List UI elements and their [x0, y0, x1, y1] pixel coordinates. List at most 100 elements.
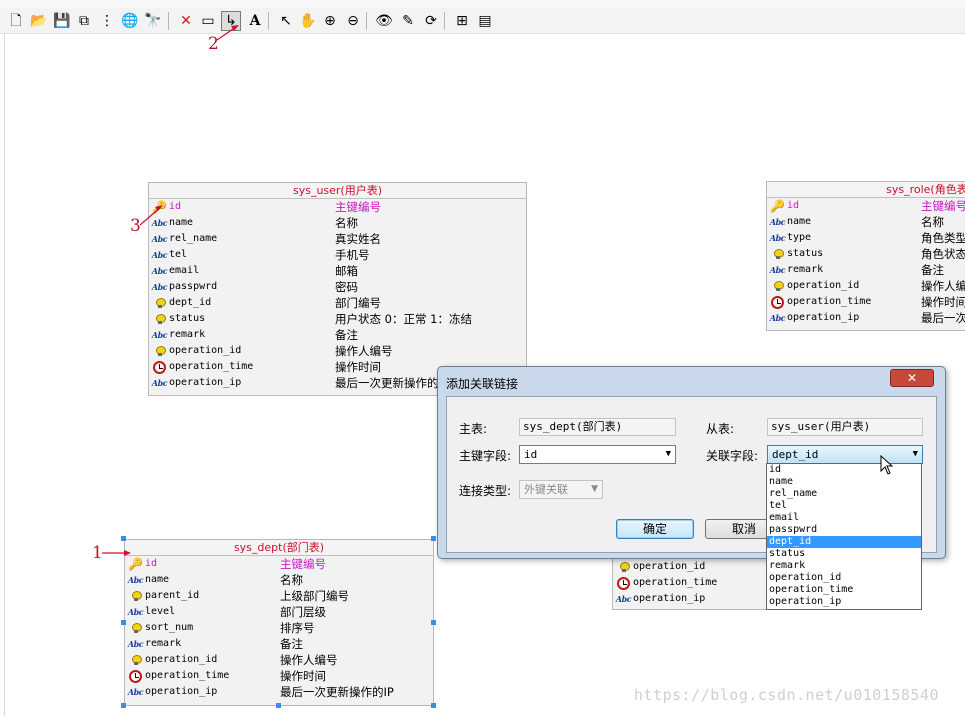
table-row[interactable]: Abc operation_ip 最后一次更新操作的IP — [125, 684, 433, 700]
table-row[interactable]: Abc remark 备注 — [125, 636, 433, 652]
table-row[interactable]: Abc email 邮箱 — [149, 263, 526, 279]
field-comment: 部门编号 — [335, 296, 381, 310]
selection-handle[interactable] — [121, 703, 126, 708]
text-field-icon: Abc — [151, 378, 168, 388]
master-table-label: 主表: — [459, 422, 488, 436]
selection-handle[interactable] — [431, 620, 436, 625]
selection-handle[interactable] — [276, 703, 281, 708]
table-row[interactable]: operation_time — [613, 575, 771, 591]
zoom-out-icon: ⊖ — [347, 13, 359, 29]
table-row[interactable]: sort_num 排序号 — [125, 620, 433, 636]
entity-sys-dept[interactable]: sys_dept(部门表) 🔑 id 主键编号 Abc name 名称 parent_id 上… — [124, 539, 434, 706]
dropdown-option[interactable]: status — [767, 548, 921, 560]
toolbar-separator — [444, 12, 445, 30]
ok-button[interactable]: 确定 — [616, 519, 694, 539]
dropdown-option[interactable]: remark — [767, 560, 921, 572]
toolbar-zoom-out-button[interactable]: ⊖ — [343, 11, 363, 31]
toolbar-props-button[interactable]: ▤ — [475, 11, 495, 31]
selection-handle[interactable] — [121, 620, 126, 625]
entity-sys-user[interactable]: sys_user(用户表) 🔑 id 主键编号 Abc name 名称 Abc rel_nam… — [148, 182, 527, 396]
text-field-icon: Abc — [615, 594, 632, 604]
table-row[interactable]: Abc operation_ip — [613, 591, 771, 607]
table-row[interactable]: Abc remark 备注 — [767, 262, 965, 278]
entity-sys-role[interactable]: sys_role(角色表) 🔑 id 主键编号 Abc name 名称 Abc type 角色类… — [766, 181, 965, 331]
table-row[interactable]: Abc passpwrd 密码 — [149, 279, 526, 295]
field-comment: 操作时间 — [921, 295, 965, 309]
field-comment: 主键编号 — [921, 199, 965, 213]
table-row[interactable]: operation_id — [613, 559, 771, 575]
toolbar-pan-button[interactable]: ✋ — [298, 11, 318, 31]
table-row[interactable]: Abc type 角色类型 — [767, 230, 965, 246]
dropdown-option[interactable]: operation_ip — [767, 596, 921, 608]
field-comment: 真实姓名 — [335, 232, 381, 246]
toolbar-pointer-button[interactable]: ↖ — [276, 11, 296, 31]
table-row[interactable]: operation_id 操作人编 — [767, 278, 965, 294]
dropdown-option[interactable]: rel_name — [767, 488, 921, 500]
table-row[interactable]: operation_id 操作人编号 — [125, 652, 433, 668]
table-row[interactable]: Abc tel 手机号 — [149, 247, 526, 263]
dropdown-option[interactable]: dept_id — [767, 536, 921, 548]
toolbar-text-button[interactable]: A — [245, 11, 265, 31]
toolbar-globe-button[interactable]: 🌐 — [120, 11, 140, 31]
toolbar-edit-button[interactable]: ✎ — [398, 11, 418, 31]
table-row[interactable]: 🔑 id 主键编号 — [125, 556, 433, 572]
table-row[interactable]: Abc remark 备注 — [149, 327, 526, 343]
toolbar-open-button[interactable]: 📂 — [29, 11, 49, 31]
table-row[interactable]: Abc name 名称 — [767, 214, 965, 230]
field-name: passpwrd — [169, 281, 218, 292]
toolbar-table-button[interactable]: ▭ — [198, 11, 218, 31]
table-row[interactable]: status 用户状态 0：正常 1：冻结 — [149, 311, 526, 327]
toolbar-add-button[interactable]: ⊞ — [452, 11, 472, 31]
toolbar-tree-button[interactable]: ⋮ — [97, 11, 117, 31]
entity-title: sys_dept(部门表) — [125, 540, 433, 556]
table-row[interactable]: operation_time 操作时间 — [767, 294, 965, 310]
text-field-icon: Abc — [151, 250, 168, 260]
dropdown-option[interactable]: passpwrd — [767, 524, 921, 536]
toolbar-separator — [168, 12, 169, 30]
toolbar-zoom-in-button[interactable]: ⊕ — [320, 11, 340, 31]
table-row[interactable]: 🔑 id 主键编号 — [767, 198, 965, 214]
field-name: operation_ip — [633, 593, 706, 604]
table-row[interactable]: Abc operation_ip 最后一次 — [767, 310, 965, 326]
toolbar-delete-button[interactable]: ✕ — [176, 11, 196, 31]
toolbar-view-button[interactable]: 👁 — [374, 11, 394, 31]
dropdown-option[interactable]: id — [767, 464, 921, 476]
table-row[interactable]: dept_id 部门编号 — [149, 295, 526, 311]
fk-field-dropdown-list[interactable]: id name rel_name tel email passpwrd dept_id sta… — [766, 463, 922, 610]
toolbar-copy-button[interactable]: ⧉ — [74, 11, 94, 31]
selection-handle[interactable] — [431, 536, 436, 541]
join-type-select[interactable]: 外键关联 ▼ — [519, 480, 603, 499]
toolbar-save-button[interactable]: 💾 — [52, 11, 72, 31]
toolbar-find-button[interactable]: 🔭 — [143, 11, 163, 31]
field-comment: 操作人编号 — [280, 653, 338, 667]
table-row[interactable]: Abc rel_name 真实姓名 — [149, 231, 526, 247]
dropdown-option[interactable]: tel — [767, 500, 921, 512]
selection-handle[interactable] — [431, 703, 436, 708]
open-icon: 📂 — [30, 13, 48, 29]
dropdown-option[interactable]: operation_time — [767, 584, 921, 596]
dropdown-option[interactable]: operation_id — [767, 572, 921, 584]
pk-field-select[interactable]: id ▼ — [519, 445, 676, 464]
field-comment: 备注 — [280, 637, 303, 651]
dropdown-option[interactable]: name — [767, 476, 921, 488]
table-row[interactable]: parent_id 上级部门编号 — [125, 588, 433, 604]
toolbar-link-button[interactable]: ↳ — [221, 11, 241, 31]
toolbar-refresh-button[interactable]: ⟳ — [421, 11, 441, 31]
fk-field-select[interactable]: dept_id ▼ — [767, 445, 923, 464]
table-row[interactable]: Abc name 名称 — [125, 572, 433, 588]
table-row[interactable]: Abc level 部门层级 — [125, 604, 433, 620]
clock-icon — [770, 295, 785, 309]
table-row[interactable]: 🔑 id 主键编号 — [149, 199, 526, 215]
table-row[interactable]: status 角色状态 — [767, 246, 965, 262]
field-name: parent_id — [145, 590, 200, 601]
table-row[interactable]: operation_time 操作时间 — [125, 668, 433, 684]
close-button[interactable]: ✕ — [890, 369, 934, 387]
dropdown-option[interactable]: email — [767, 512, 921, 524]
toolbar-new-button[interactable]: 🗋 — [6, 11, 26, 31]
table-row[interactable]: operation_id 操作人编号 — [149, 343, 526, 359]
text-field-icon: Abc — [769, 217, 786, 227]
field-name: operation_id — [787, 280, 860, 291]
table-row[interactable]: Abc name 名称 — [149, 215, 526, 231]
selection-handle[interactable] — [121, 536, 126, 541]
entity-partial[interactable]: operation_id operation_time Abc operation_i… — [612, 558, 772, 610]
